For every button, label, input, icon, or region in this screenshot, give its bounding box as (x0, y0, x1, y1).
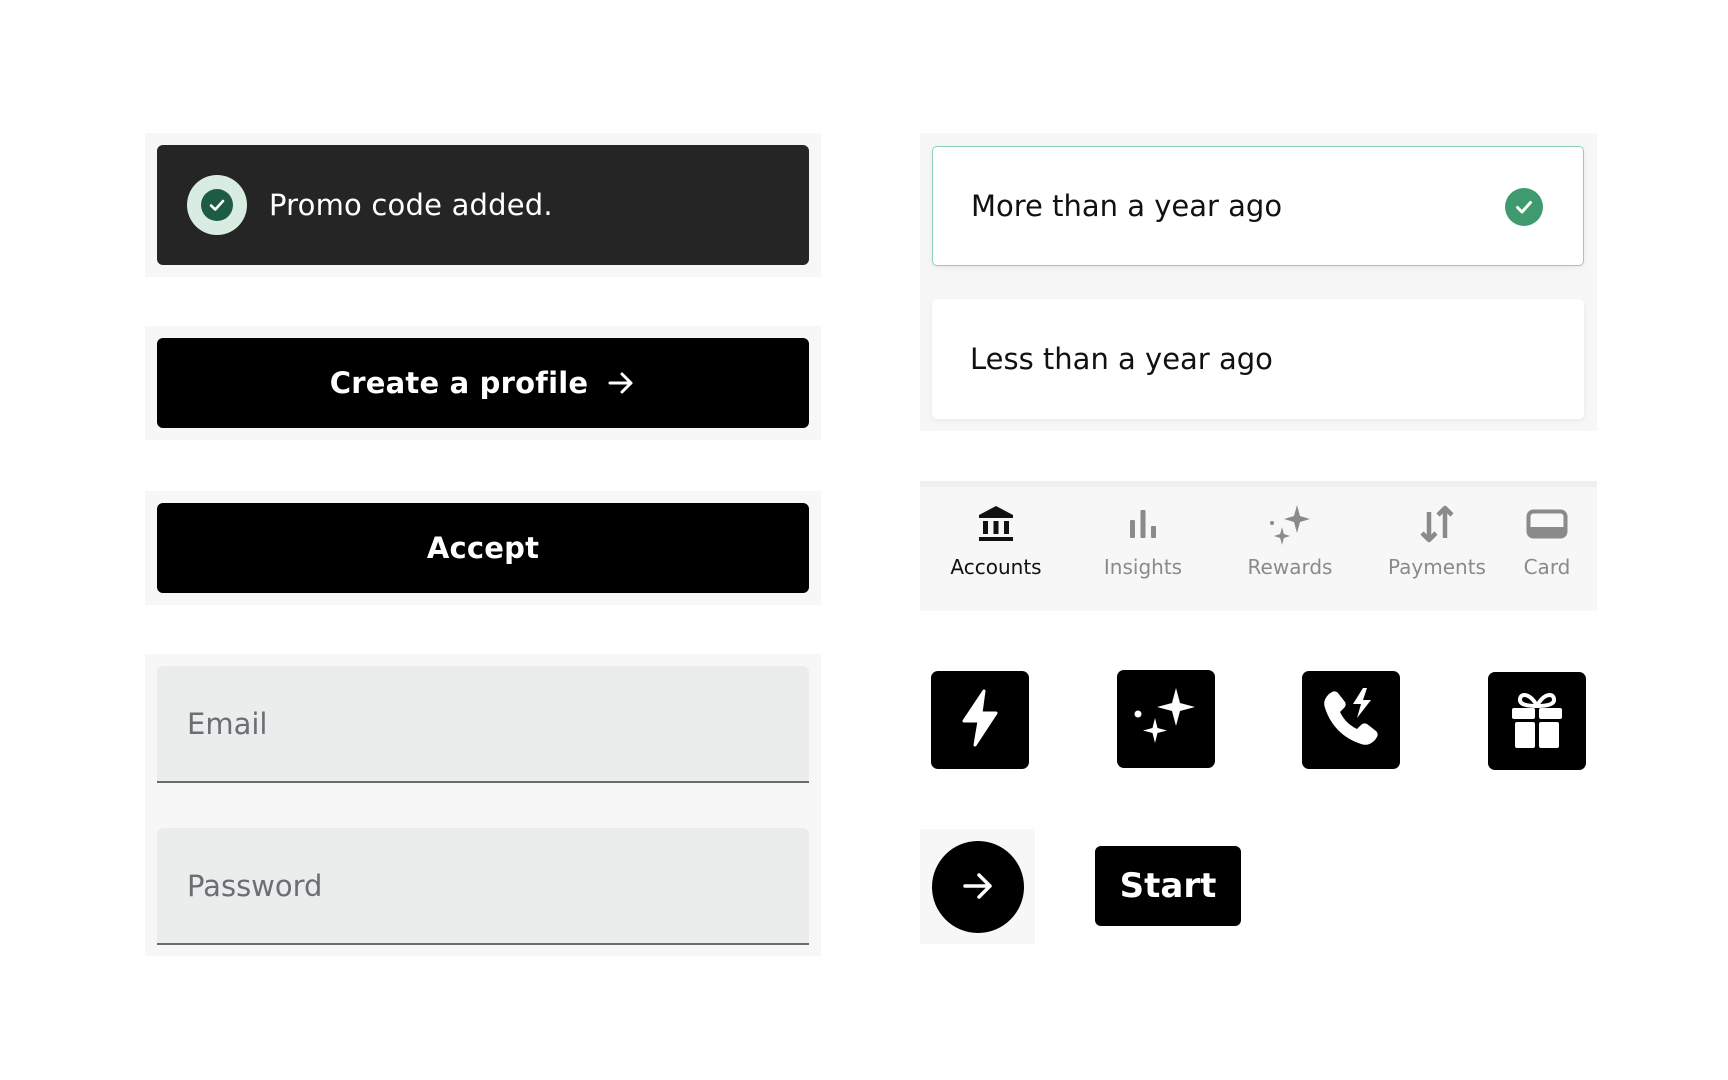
phone-bolt-tile[interactable] (1302, 671, 1400, 769)
accept-panel: Accept (145, 491, 821, 605)
check-circle-icon (1505, 188, 1543, 226)
tab-label: Accounts (950, 555, 1042, 579)
sparkles-icon (1133, 684, 1199, 754)
tab-label: Rewards (1247, 555, 1333, 579)
lightning-tile[interactable] (931, 671, 1029, 769)
create-profile-button[interactable]: Create a profile (157, 338, 809, 428)
bottom-tab-bar: Accounts Insights Rewards Payments Card (920, 481, 1597, 611)
lightning-icon (958, 689, 1002, 751)
toast-message: Promo code added. (269, 188, 553, 222)
create-profile-panel: Create a profile (145, 326, 821, 440)
bank-icon (977, 501, 1015, 547)
tab-insights[interactable]: Insights (1083, 501, 1203, 601)
bar-chart-icon (1127, 501, 1159, 547)
arrow-right-icon (960, 868, 996, 907)
next-arrow-button[interactable] (932, 841, 1024, 933)
accept-button[interactable]: Accept (157, 503, 809, 593)
email-field-container (157, 666, 809, 783)
tab-label: Payments (1388, 555, 1486, 579)
start-button[interactable]: Start (1095, 846, 1241, 926)
accept-label: Accept (426, 531, 540, 565)
tab-card[interactable]: Card (1497, 501, 1597, 601)
sparkles-tile[interactable] (1117, 670, 1215, 768)
gift-icon (1509, 688, 1565, 754)
create-profile-label: Create a profile (329, 366, 589, 400)
gift-tile[interactable] (1488, 672, 1586, 770)
toast-notification: Promo code added. (157, 145, 809, 265)
password-field[interactable] (187, 868, 809, 903)
sparkles-icon (1268, 501, 1312, 547)
option-label: More than a year ago (971, 189, 1283, 223)
option-list: More than a year ago Less than a year ag… (920, 133, 1597, 431)
check-circle-icon (187, 175, 247, 235)
password-field-container (157, 828, 809, 945)
circle-button-panel (920, 829, 1035, 944)
email-field[interactable] (187, 706, 809, 741)
option-less-than-year[interactable]: Less than a year ago (932, 299, 1584, 419)
transfer-arrows-icon (1418, 501, 1456, 547)
toast-panel: Promo code added. (145, 133, 821, 277)
tab-payments[interactable]: Payments (1377, 501, 1497, 601)
card-icon (1526, 501, 1568, 547)
login-form (145, 654, 821, 956)
tab-rewards[interactable]: Rewards (1230, 501, 1350, 601)
option-more-than-year[interactable]: More than a year ago (932, 146, 1584, 266)
tab-accounts[interactable]: Accounts (936, 501, 1056, 601)
phone-bolt-icon (1319, 686, 1383, 754)
option-label: Less than a year ago (970, 342, 1273, 376)
start-label: Start (1119, 866, 1217, 906)
tab-label: Insights (1103, 555, 1183, 579)
tab-label: Card (1523, 555, 1571, 579)
arrow-right-icon (606, 368, 636, 398)
